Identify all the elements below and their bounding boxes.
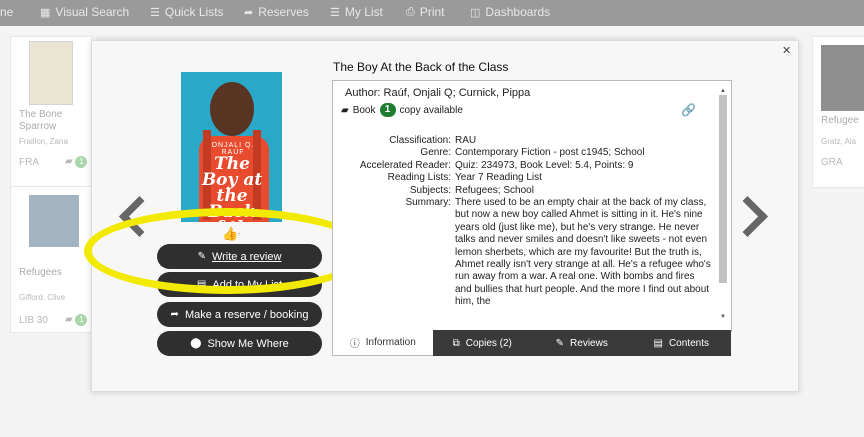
tab-label: Contents <box>668 337 709 349</box>
book-icon: ▰ <box>341 104 349 116</box>
detail-row-classification: Classification: RAU <box>339 135 711 147</box>
nav-item-quick-lists[interactable]: ☰ Quick Lists <box>150 5 224 19</box>
map-marker-icon: ⬤ <box>190 338 202 349</box>
button-label: Add to My List <box>212 278 283 291</box>
link-icon[interactable]: 🔗 <box>681 103 696 117</box>
thumbs-up-icon[interactable]: 👍 <box>222 226 238 242</box>
book-cover-image: ONJALI Q. RAÚF The Boy at the Back of th… <box>181 72 282 222</box>
nav-item-visual-search[interactable]: ▦ Visual Search <box>40 5 129 19</box>
dashboard-icon: ◫ <box>470 6 481 19</box>
detail-label: Genre: <box>420 147 451 159</box>
print-icon: ⎙ <box>406 5 415 18</box>
nav-item-print[interactable]: ⎙ Print <box>406 5 445 19</box>
scrollbar-thumb[interactable] <box>719 95 727 283</box>
cover-title-text: The Boy at the Back of the Class <box>201 154 263 223</box>
like-count: - <box>238 229 241 238</box>
list-icon: ▤ <box>196 279 207 290</box>
author-line: Author: Raúf, Onjali Q; Curnick, Pippa <box>345 87 530 99</box>
tab-label: Copies (2) <box>465 337 512 349</box>
format-label: Book <box>352 104 376 116</box>
button-label: Make a reserve / booking <box>184 308 309 321</box>
book-title: The Boy At the Back of the Class <box>333 60 509 74</box>
detail-row-summary: Summary: There used to be an empty chair … <box>339 197 711 309</box>
detail-tabs: ⓘ Information ⧉ Copies (2) ✎ Reviews ▤ Conte… <box>332 330 731 356</box>
reserve-booking-button[interactable]: ➦ Make a reserve / booking <box>157 302 322 327</box>
nav-label: My List <box>344 5 383 19</box>
nav-item-fragment[interactable]: ne <box>0 5 13 19</box>
book-details-list: Classification: RAU Genre: Contemporary Fi… <box>339 135 711 309</box>
detail-value: Quiz: 234973, Book Level: 5.4, Points: 9 <box>455 159 634 171</box>
scroll-up-icon[interactable]: ▲ <box>719 87 727 95</box>
detail-label: Summary: <box>405 197 451 209</box>
nav-label: Reserves <box>258 5 309 19</box>
nav-item-reserves[interactable]: ➦ Reserves <box>244 5 309 19</box>
detail-value: Contemporary Fiction - post c1945; Schoo… <box>455 147 645 159</box>
nav-label: Quick Lists <box>164 5 224 19</box>
detail-row-genre: Genre: Contemporary Fiction - post c1945;… <box>339 147 711 159</box>
nav-fragment-label: ne <box>0 5 14 19</box>
nav-item-dashboards[interactable]: ◫ Dashboards <box>470 5 550 19</box>
nav-label: Dashboards <box>485 5 551 19</box>
list-icon: ☰ <box>330 6 340 19</box>
share-icon: ➦ <box>170 309 179 320</box>
share-icon: ➦ <box>244 6 254 19</box>
tab-copies[interactable]: ⧉ Copies (2) <box>433 330 533 356</box>
details-scrollbar[interactable]: ▲ ▼ <box>719 87 727 325</box>
detail-value: RAU <box>455 135 477 146</box>
detail-row-subjects: Subjects: Refugees; School <box>339 185 711 197</box>
close-icon[interactable]: ✕ <box>782 44 791 57</box>
tab-label: Reviews <box>570 337 608 349</box>
write-review-button[interactable]: ✎ Write a review <box>157 244 322 269</box>
copies-available-text: copy available <box>399 104 463 116</box>
nav-label: Visual Search <box>55 5 130 19</box>
detail-row-accelerated-reader: Accelerated Reader: Quiz: 234973, Book Le… <box>339 160 711 172</box>
info-icon: ⓘ <box>349 339 360 350</box>
detail-label: Reading Lists: <box>387 172 451 184</box>
author-value: Raúf, Onjali Q; Curnick, Pippa <box>383 87 531 99</box>
copies-available-badge: 1 <box>379 103 396 117</box>
show-me-where-button[interactable]: ⬤ Show Me Where <box>157 331 322 356</box>
list-icon: ☰ <box>150 6 160 19</box>
detail-label: Subjects: <box>409 184 451 196</box>
detail-label: Accelerated Reader: <box>359 159 451 171</box>
copies-icon: ⧉ <box>452 337 460 349</box>
author-label: Author: <box>345 87 381 99</box>
tab-contents[interactable]: ▤ Contents <box>632 330 732 356</box>
grid-icon: ▦ <box>40 6 51 19</box>
detail-label: Classification: <box>389 135 451 146</box>
detail-value: Refugees; School <box>455 184 534 196</box>
tab-label: Information <box>365 337 416 348</box>
detail-value: There used to be an empty chair at the b… <box>455 197 711 308</box>
document-icon: ▤ <box>653 337 663 349</box>
detail-row-reading-lists: Reading Lists: Year 7 Reading List <box>339 172 711 184</box>
book-information-panel: Author: Raúf, Onjali Q; Curnick, Pippa ▰… <box>332 80 732 332</box>
availability-line: ▰ Book 1 copy available <box>341 103 463 117</box>
button-label: Write a review <box>211 250 282 263</box>
nav-label: Print <box>419 5 445 19</box>
cover-illustration-head <box>210 82 254 136</box>
button-label: Show Me Where <box>207 337 289 350</box>
edit-icon: ✎ <box>197 251 206 262</box>
add-to-list-button[interactable]: ▤ Add to My List <box>157 272 322 297</box>
tab-information[interactable]: ⓘ Information <box>332 330 433 356</box>
nav-item-my-list[interactable]: ☰ My List <box>330 5 383 19</box>
edit-icon: ✎ <box>555 337 565 349</box>
detail-value: Year 7 Reading List <box>455 172 542 184</box>
scroll-down-icon[interactable]: ▼ <box>719 313 727 321</box>
top-nav-bar: ne ▦ Visual Search ☰ Quick Lists ➦ Reserves… <box>0 0 864 26</box>
tab-reviews[interactable]: ✎ Reviews <box>532 330 632 356</box>
